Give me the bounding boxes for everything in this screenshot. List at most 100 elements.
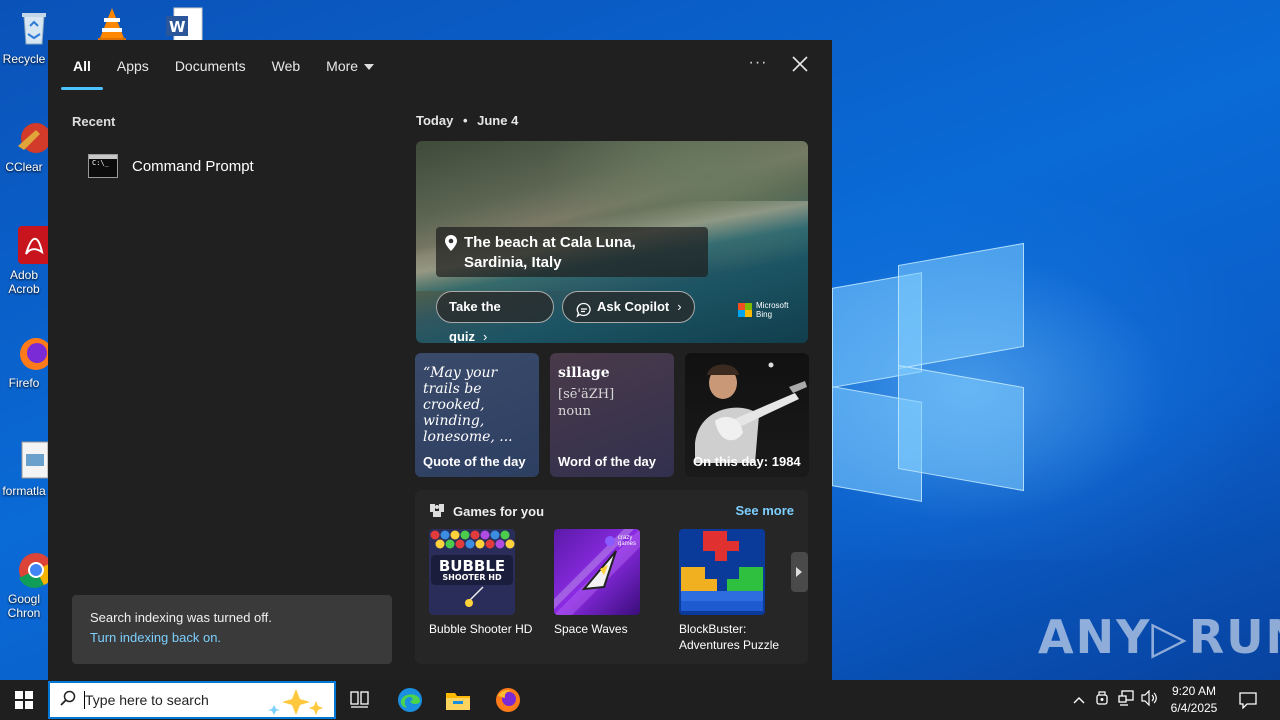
chevron-down-icon [364, 64, 375, 71]
desktop-icon-recycle-bin[interactable]: Recycle [0, 8, 48, 66]
desktop-icon-firefox[interactable]: Firefo [0, 332, 52, 390]
search-placeholder: Type here to search [85, 692, 209, 708]
tab-apps[interactable]: Apps [104, 40, 162, 92]
microsoft-bing-logo: Microsoft Bing [738, 301, 788, 319]
quote-of-the-day-card[interactable]: “May your trails be crooked, winding, lo… [415, 353, 539, 477]
on-this-day-card[interactable]: On this day: 1984 [685, 353, 809, 477]
quote-text: “May your trails be crooked, winding, lo… [423, 365, 513, 445]
desktop-icon-label: Firefo [8, 376, 40, 390]
chevron-up-icon[interactable] [1068, 691, 1090, 709]
close-icon[interactable] [788, 52, 812, 76]
word-pronunciation: [sē'äZH] [558, 387, 615, 402]
word-card-label: Word of the day [558, 454, 656, 469]
taskbar-search-box[interactable]: Type here to search [48, 681, 336, 719]
recent-item-command-prompt[interactable]: C:\_ Command Prompt [72, 146, 392, 186]
sparkle-icon [266, 687, 326, 720]
recent-heading: Recent [72, 114, 116, 129]
word-part-of-speech: noun [558, 404, 591, 419]
today-separator: • [462, 113, 468, 128]
desktop-icon-label-line2: Chron [7, 606, 41, 620]
system-tray [1068, 680, 1162, 720]
games-header: Games for you [429, 502, 544, 521]
tab-more[interactable]: More [313, 40, 387, 92]
svg-text:W: W [169, 18, 186, 36]
tab-all[interactable]: All [60, 40, 104, 92]
hero-image-card[interactable]: The beach at Cala Luna, Sardinia, Italy … [416, 141, 808, 343]
ellipsis-icon[interactable]: ··· [748, 54, 768, 78]
game-controller-icon [429, 502, 445, 521]
blockbuster-thumbnail [679, 529, 765, 615]
games-section: Games for you See more BUBBLE SHOOTER HD [415, 490, 808, 664]
bubble-shooter-logo-text: BUBBLE SHOOTER HD [438, 557, 506, 583]
game-blockbuster[interactable]: BlockBuster: Adventures Puzzle [679, 529, 789, 653]
desktop-icon-label: Recycle [2, 52, 46, 66]
taskbar-clock[interactable]: 9:20 AM 6/4/2025 [1160, 683, 1228, 717]
game-bubble-shooter[interactable]: BUBBLE SHOOTER HD Bubble Shooter HD [429, 529, 539, 637]
space-waves-thumbnail: crazy games [554, 529, 640, 615]
windows-start-icon [15, 691, 33, 709]
bubble-shooter-thumbnail: BUBBLE SHOOTER HD [429, 529, 515, 615]
edge-icon [398, 688, 422, 712]
hero-caption-box[interactable]: The beach at Cala Luna, Sardinia, Italy [436, 227, 708, 277]
search-icon [60, 690, 76, 711]
file-explorer-icon [446, 693, 470, 710]
word-of-the-day-card[interactable]: sillage [sē'äZH] noun Word of the day [550, 353, 674, 477]
notification-icon [1239, 692, 1257, 709]
tab-documents[interactable]: Documents [162, 40, 259, 92]
turn-indexing-on-link[interactable]: Turn indexing back on. [90, 630, 374, 645]
ask-copilot-button[interactable]: Ask Copilot › [562, 291, 695, 323]
chat-bubble-icon [576, 299, 592, 329]
chevron-right-icon: › [483, 329, 488, 343]
chevron-right-icon: › [677, 299, 682, 314]
notification-center-button[interactable] [1224, 680, 1272, 720]
vlc-icon[interactable] [92, 4, 132, 44]
tab-web[interactable]: Web [259, 40, 314, 92]
desktop-icon-acrobat[interactable]: Adob Acrob [0, 224, 52, 296]
recent-item-label: Command Prompt [132, 157, 254, 175]
games-next-arrow[interactable] [791, 552, 808, 592]
firefox-taskbar-button[interactable] [484, 680, 532, 720]
game-label: Space Waves [554, 622, 628, 636]
clock-time: 9:20 AM [1171, 684, 1217, 698]
clock-date: 6/4/2025 [1170, 701, 1218, 715]
edge-taskbar-button[interactable] [386, 680, 434, 720]
take-quiz-button[interactable]: Take the quiz › [436, 291, 554, 343]
desktop-icon-label: formatla [2, 484, 46, 498]
desktop-icon-label: Adob [9, 268, 39, 282]
today-header: Today • June 4 [416, 113, 518, 128]
search-panel: All Apps Documents Web More ··· Recent C… [48, 40, 832, 680]
word-icon[interactable]: W [164, 4, 204, 44]
word-text: sillage [558, 365, 610, 381]
anyrun-watermark: ANY▷RUN [1038, 610, 1280, 664]
today-date: June 4 [477, 113, 519, 128]
today-label: Today [416, 113, 454, 128]
command-prompt-icon: C:\_ [88, 154, 118, 178]
desktop-icon-formatla[interactable]: formatla [0, 440, 49, 498]
hero-caption: The beach at Cala Luna, Sardinia, Italy [464, 234, 636, 271]
desktop-icon-label: Googl [7, 592, 41, 606]
taskbar: Type here to search 9:20 AM 6/4/2025 [0, 680, 1280, 720]
search-tabs: All Apps Documents Web More [60, 40, 387, 92]
volume-icon[interactable] [1138, 689, 1162, 711]
file-explorer-taskbar-button[interactable] [434, 680, 482, 720]
desktop-icon-label: CClear [5, 160, 43, 174]
task-view-icon [350, 691, 369, 708]
games-title: Games for you [453, 504, 545, 519]
see-more-link[interactable]: See more [735, 503, 794, 518]
on-this-day-label: On this day: 1984 [693, 454, 801, 469]
tray-app-icon[interactable] [1090, 690, 1114, 711]
location-pin-icon [445, 235, 457, 257]
desktop-icon-chrome[interactable]: Googl Chron [0, 548, 55, 620]
quote-card-label: Quote of the day [423, 454, 526, 469]
firefox-icon [496, 688, 520, 712]
network-icon[interactable] [1114, 689, 1138, 711]
game-label: Bubble Shooter HD [429, 622, 533, 636]
crazy-games-logo: crazy games [618, 535, 637, 547]
task-view-button[interactable] [336, 680, 384, 720]
desktop-icon-ccleaner[interactable]: CClear [0, 116, 51, 174]
desktop-icon-label-line2: Acrob [8, 282, 40, 296]
start-button[interactable] [0, 680, 48, 720]
indexing-notice: Search indexing was turned off. Turn ind… [72, 595, 392, 664]
game-space-waves[interactable]: crazy games Space Waves [554, 529, 664, 637]
microsoft-logo-icon [738, 303, 752, 317]
